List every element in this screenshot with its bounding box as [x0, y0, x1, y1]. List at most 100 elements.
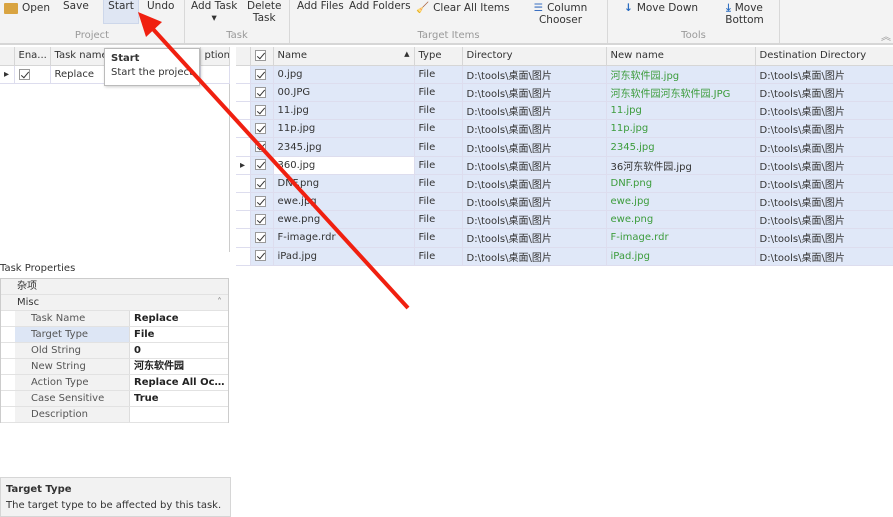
col-option[interactable]: ption: [200, 47, 230, 66]
property-name: Task Name: [15, 311, 130, 326]
item-row[interactable]: 2345.jpg File D:\tools\桌面\图片 2345.jpg D:\too…: [236, 137, 893, 157]
item-checkbox[interactable]: [254, 141, 266, 153]
item-checkbox[interactable]: [254, 214, 266, 226]
item-row[interactable]: 11p.jpg File D:\tools\桌面\图片 11p.jpg D:\tools…: [236, 119, 893, 139]
group-label: Task: [226, 30, 248, 41]
row-indicator: ▸: [0, 65, 15, 84]
destination-cell: D:\tools\桌面\图片: [755, 210, 893, 230]
group-label: Project: [74, 30, 110, 41]
directory-cell: D:\tools\桌面\图片: [462, 156, 607, 175]
collapse-icon[interactable]: ˄: [217, 295, 228, 310]
item-checkbox[interactable]: [254, 195, 266, 207]
property-row[interactable]: New String 河东软件园: [1, 359, 228, 375]
move-down-button[interactable]: ↓ Move Down: [624, 2, 698, 14]
col-type[interactable]: Type: [414, 47, 463, 66]
row-indicator: [236, 65, 251, 84]
collapse-ribbon-icon[interactable]: ︽: [881, 28, 891, 43]
new-name-cell: 河东软件园.jpg: [606, 65, 756, 84]
category-misc[interactable]: Misc ˄: [1, 295, 228, 311]
item-row[interactable]: ▸ 360.jpg File D:\tools\桌面\图片 36河东软件园.jpg D:\…: [236, 156, 893, 175]
property-value[interactable]: Replace All Occurr...: [130, 375, 228, 390]
property-value[interactable]: File: [130, 327, 228, 342]
name-cell[interactable]: 0.jpg: [273, 65, 415, 84]
item-row[interactable]: iPad.jpg File D:\tools\桌面\图片 iPad.jpg D:\too…: [236, 247, 893, 266]
start-tooltip: Start Start the project: [104, 48, 200, 86]
property-value[interactable]: 河东软件园: [130, 359, 228, 374]
category-cn[interactable]: 杂项: [1, 279, 228, 295]
item-row[interactable]: 00.JPG File D:\tools\桌面\图片 河东软件园河东软件园.JPG D:…: [236, 83, 893, 103]
new-name-cell: 河东软件园河东软件园.JPG: [606, 83, 756, 103]
select-all-checkbox[interactable]: [254, 50, 266, 62]
item-row[interactable]: 11.jpg File D:\tools\桌面\图片 11.jpg D:\tools\桌…: [236, 101, 893, 121]
property-value[interactable]: Replace: [130, 311, 228, 326]
item-checkbox[interactable]: [254, 68, 266, 80]
item-checkbox[interactable]: [254, 232, 266, 244]
add-folders-button[interactable]: Add Folders: [349, 0, 411, 12]
add-files-button[interactable]: Add Files: [297, 0, 344, 12]
start-button[interactable]: Start: [103, 0, 139, 24]
destination-cell: D:\tools\桌面\图片: [755, 65, 893, 84]
column-chooser-button[interactable]: ☰ Column Chooser: [514, 2, 607, 26]
item-row[interactable]: ewe.jpg File D:\tools\桌面\图片 ewe.jpg D:\tools…: [236, 192, 893, 212]
name-cell[interactable]: iPad.jpg: [273, 247, 415, 266]
property-value[interactable]: [130, 407, 228, 422]
property-name: Description: [15, 407, 130, 422]
item-row[interactable]: 0.jpg File D:\tools\桌面\图片 河东软件园.jpg D:\tools…: [236, 65, 893, 84]
move-bottom-button[interactable]: ⤓ Move Bottom: [710, 2, 779, 26]
name-cell[interactable]: ewe.jpg: [273, 192, 415, 212]
col-new-name[interactable]: New name: [606, 47, 756, 66]
destination-cell: D:\tools\桌面\图片: [755, 101, 893, 121]
property-row[interactable]: Task Name Replace: [1, 311, 228, 327]
group-project: Open Save Start Undo Project: [0, 0, 185, 43]
directory-cell: D:\tools\桌面\图片: [462, 210, 607, 230]
item-row[interactable]: DNF.png File D:\tools\桌面\图片 DNF.png D:\tools…: [236, 174, 893, 194]
row-indicator: [236, 247, 251, 266]
open-button[interactable]: Open: [4, 2, 50, 14]
enabled-checkbox[interactable]: [18, 68, 30, 80]
row-indicator: [236, 101, 251, 121]
item-row[interactable]: F-image.rdr File D:\tools\桌面\图片 F-image.rdr…: [236, 228, 893, 248]
name-cell[interactable]: 2345.jpg: [273, 137, 415, 157]
new-name-cell: DNF.png: [606, 174, 756, 194]
name-cell[interactable]: 360.jpg: [273, 156, 415, 175]
directory-cell: D:\tools\桌面\图片: [462, 83, 607, 103]
name-cell[interactable]: ewe.png: [273, 210, 415, 230]
group-label: Tools: [681, 30, 706, 41]
sort-asc-icon: ▲: [404, 50, 410, 59]
item-checkbox[interactable]: [254, 104, 266, 116]
clear-all-items-button[interactable]: 🧹 Clear All Items: [416, 2, 510, 14]
item-row[interactable]: ewe.png File D:\tools\桌面\图片 ewe.png D:\tools…: [236, 210, 893, 230]
property-row[interactable]: Case Sensitive True: [1, 391, 228, 407]
new-name-cell: 2345.jpg: [606, 137, 756, 157]
delete-task-button[interactable]: Delete Task: [247, 0, 282, 24]
item-checkbox[interactable]: [254, 123, 266, 135]
property-row[interactable]: Target Type File: [1, 327, 228, 343]
destination-cell: D:\tools\桌面\图片: [755, 137, 893, 157]
name-cell[interactable]: F-image.rdr: [273, 228, 415, 248]
name-cell[interactable]: 11p.jpg: [273, 119, 415, 139]
property-row[interactable]: Action TypeReplace All Occurr...: [1, 375, 228, 391]
col-directory[interactable]: Directory: [462, 47, 607, 66]
property-value[interactable]: True: [130, 391, 228, 406]
item-checkbox[interactable]: [254, 159, 266, 171]
item-checkbox[interactable]: [254, 250, 266, 262]
col-enabled[interactable]: Ena...: [14, 47, 51, 66]
name-cell[interactable]: 11.jpg: [273, 101, 415, 121]
property-row[interactable]: Description: [1, 407, 228, 423]
item-checkbox[interactable]: [254, 177, 266, 189]
col-destination[interactable]: Destination Directory: [755, 47, 893, 66]
name-cell[interactable]: DNF.png: [273, 174, 415, 194]
new-name-cell: 36河东软件园.jpg: [606, 156, 756, 175]
undo-button[interactable]: Undo: [147, 0, 174, 12]
new-name-cell: ewe.jpg: [606, 192, 756, 212]
item-checkbox[interactable]: [254, 86, 266, 98]
col-name[interactable]: Name ▲: [273, 47, 415, 66]
property-name: Case Sensitive: [15, 391, 130, 406]
name-cell[interactable]: 00.JPG: [273, 83, 415, 103]
add-task-button[interactable]: Add Task ▾: [191, 0, 237, 24]
property-value[interactable]: 0: [130, 343, 228, 358]
save-button[interactable]: Save: [63, 0, 89, 12]
type-cell: File: [414, 119, 463, 139]
directory-cell: D:\tools\桌面\图片: [462, 101, 607, 121]
property-row[interactable]: Old String 0: [1, 343, 228, 359]
